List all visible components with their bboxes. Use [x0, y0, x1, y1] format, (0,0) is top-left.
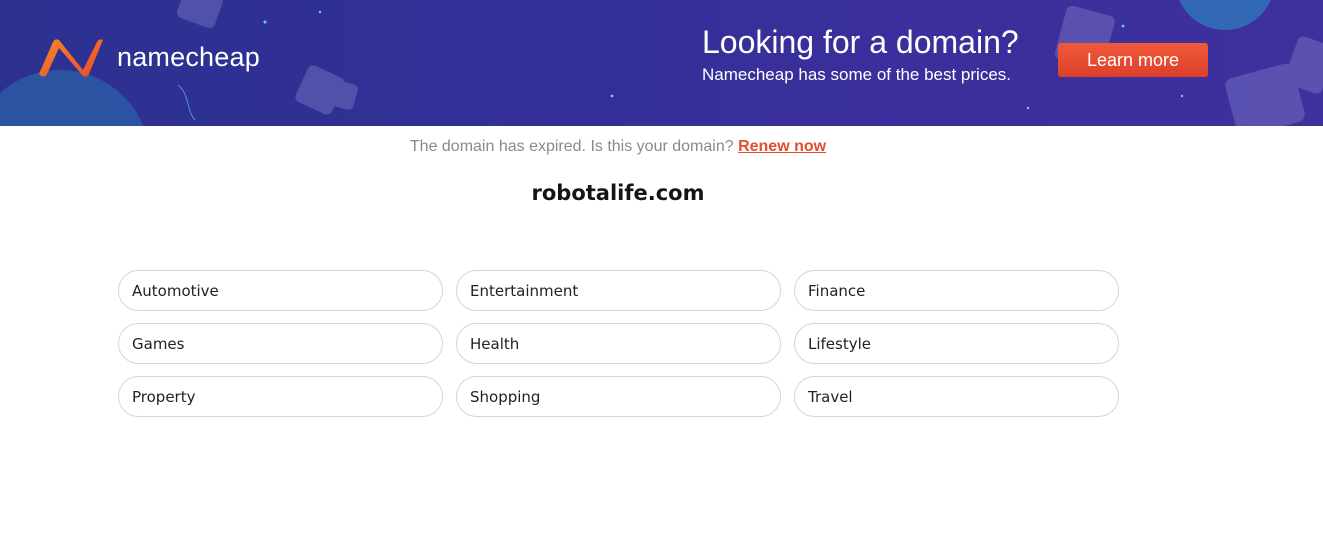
promo-banner: namecheap Looking for a domain? Namechea… [0, 0, 1323, 126]
namecheap-logo[interactable]: namecheap [35, 36, 260, 78]
expired-message: The domain has expired. Is this your dom… [409, 138, 734, 155]
promo-title: Looking for a domain? [702, 24, 1019, 60]
category-health[interactable]: Health [456, 323, 781, 364]
expired-notice: The domain has expired. Is this your dom… [0, 138, 1236, 156]
promo-text: Looking for a domain? Namecheap has some… [702, 24, 1019, 86]
category-grid: Automotive Entertainment Finance Games H… [118, 270, 1119, 417]
category-property[interactable]: Property [118, 376, 443, 417]
category-shopping[interactable]: Shopping [456, 376, 781, 417]
category-travel[interactable]: Travel [794, 376, 1119, 417]
category-entertainment[interactable]: Entertainment [456, 270, 781, 311]
brand-name: namecheap [117, 41, 260, 72]
category-automotive[interactable]: Automotive [118, 270, 443, 311]
category-finance[interactable]: Finance [794, 270, 1119, 311]
renew-now-link[interactable]: Renew now [738, 138, 826, 155]
namecheap-n-icon [39, 39, 103, 77]
promo-subtitle: Namecheap has some of the best prices. [702, 65, 1011, 84]
category-games[interactable]: Games [118, 323, 443, 364]
domain-title: robotalife.com [531, 181, 705, 205]
category-lifestyle[interactable]: Lifestyle [794, 323, 1119, 364]
learn-more-button[interactable]: Learn more [1058, 43, 1208, 77]
